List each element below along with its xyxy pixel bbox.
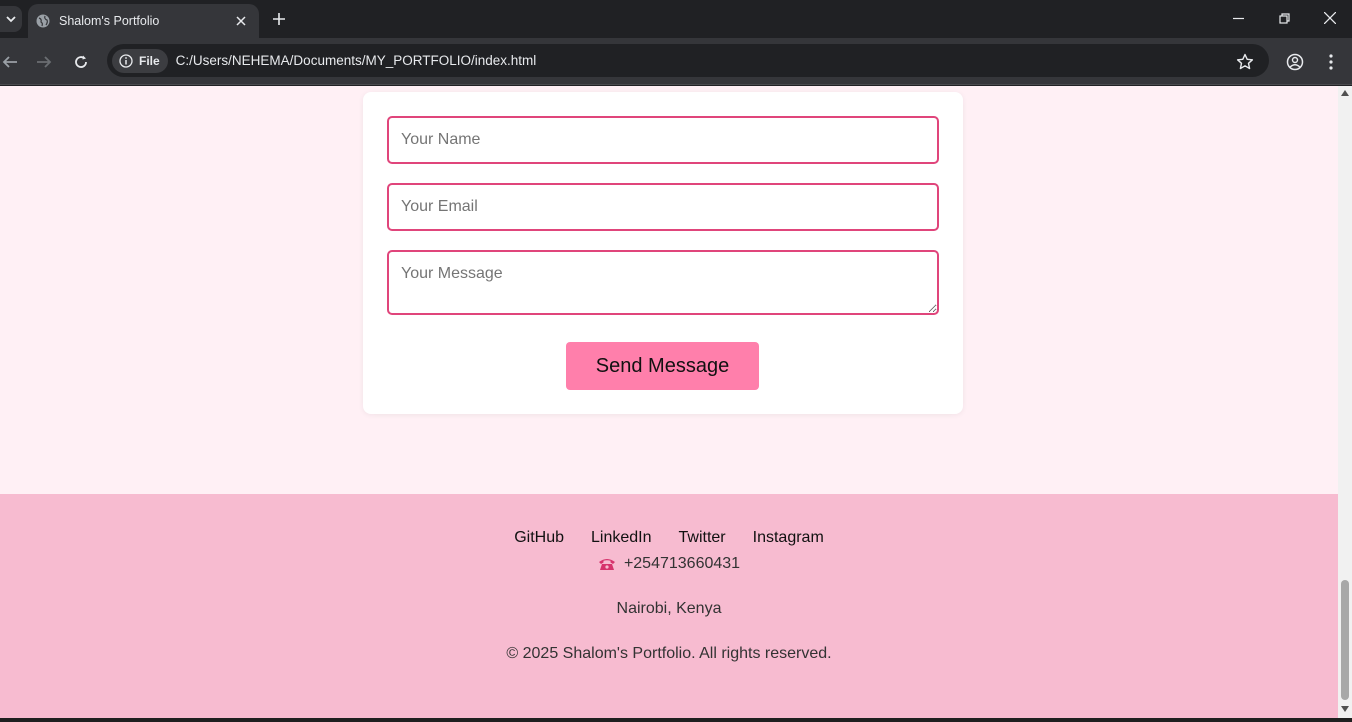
- location-text: Nairobi, Kenya: [616, 600, 722, 617]
- linkedin-link[interactable]: LinkedIn: [591, 529, 652, 547]
- reload-button[interactable]: [69, 50, 93, 74]
- bookmark-button[interactable]: [1233, 50, 1257, 74]
- browser-tab[interactable]: Shalom's Portfolio: [28, 4, 259, 38]
- scrollbar-thumb[interactable]: [1341, 580, 1349, 700]
- minimize-icon: [1232, 17, 1244, 19]
- browser-toolbar: File C:/Users/NEHEMA/Documents/MY_PORTFO…: [0, 38, 1352, 85]
- profile-button[interactable]: [1283, 50, 1307, 74]
- info-icon: [119, 53, 133, 68]
- message-textarea[interactable]: [387, 250, 939, 315]
- page-scrollbar[interactable]: [1338, 86, 1352, 718]
- site-chip-label: File: [139, 53, 160, 68]
- twitter-link[interactable]: Twitter: [679, 529, 726, 547]
- restore-icon: [1278, 12, 1290, 24]
- close-icon: [1324, 12, 1336, 24]
- instagram-link[interactable]: Instagram: [753, 529, 824, 547]
- minimize-button[interactable]: [1215, 0, 1261, 36]
- github-link[interactable]: GitHub: [514, 529, 564, 547]
- address-bar[interactable]: File C:/Users/NEHEMA/Documents/MY_PORTFO…: [107, 44, 1269, 77]
- chevron-down-icon: [6, 16, 16, 23]
- star-icon: [1236, 53, 1254, 70]
- page-viewport: Send Message GitHub LinkedIn Twitter Ins…: [0, 86, 1338, 718]
- more-vert-icon: [1329, 54, 1333, 70]
- contact-form-card: Send Message: [363, 92, 963, 414]
- forward-button[interactable]: [32, 50, 56, 74]
- globe-icon: [36, 14, 50, 28]
- tab-search-button[interactable]: [0, 6, 22, 32]
- account-icon: [1286, 53, 1304, 71]
- plus-icon: [273, 13, 285, 25]
- back-button[interactable]: [0, 50, 22, 74]
- restore-button[interactable]: [1261, 0, 1307, 36]
- scroll-up-arrow-icon[interactable]: [1341, 90, 1349, 96]
- reload-icon: [75, 55, 87, 68]
- tab-title: Shalom's Portfolio: [59, 14, 160, 28]
- url-text[interactable]: C:/Users/NEHEMA/Documents/MY_PORTFOLIO/i…: [176, 53, 537, 68]
- menu-button[interactable]: [1319, 50, 1343, 74]
- name-input[interactable]: [387, 116, 939, 164]
- scroll-down-arrow-icon[interactable]: [1341, 706, 1349, 712]
- telephone-icon: [598, 559, 615, 570]
- arrow-left-icon: [2, 56, 17, 68]
- email-input[interactable]: [387, 183, 939, 231]
- arrow-right-icon: [37, 56, 52, 68]
- site-info-chip[interactable]: File: [112, 48, 168, 73]
- taskbar-edge: [0, 718, 1352, 722]
- phone-line: +254713660431: [0, 555, 1338, 573]
- footer: GitHub LinkedIn Twitter Instagram +25471…: [0, 494, 1338, 718]
- new-tab-button[interactable]: [268, 8, 290, 30]
- tab-strip: Shalom's Portfolio: [0, 0, 1352, 38]
- copyright-text: © 2025 Shalom's Portfolio. All rights re…: [506, 645, 832, 662]
- tab-close-icon[interactable]: [233, 13, 249, 29]
- send-message-button[interactable]: Send Message: [566, 342, 759, 390]
- phone-number: +254713660431: [623, 555, 741, 572]
- close-window-button[interactable]: [1307, 0, 1352, 36]
- social-links: GitHub LinkedIn Twitter Instagram: [0, 529, 1338, 547]
